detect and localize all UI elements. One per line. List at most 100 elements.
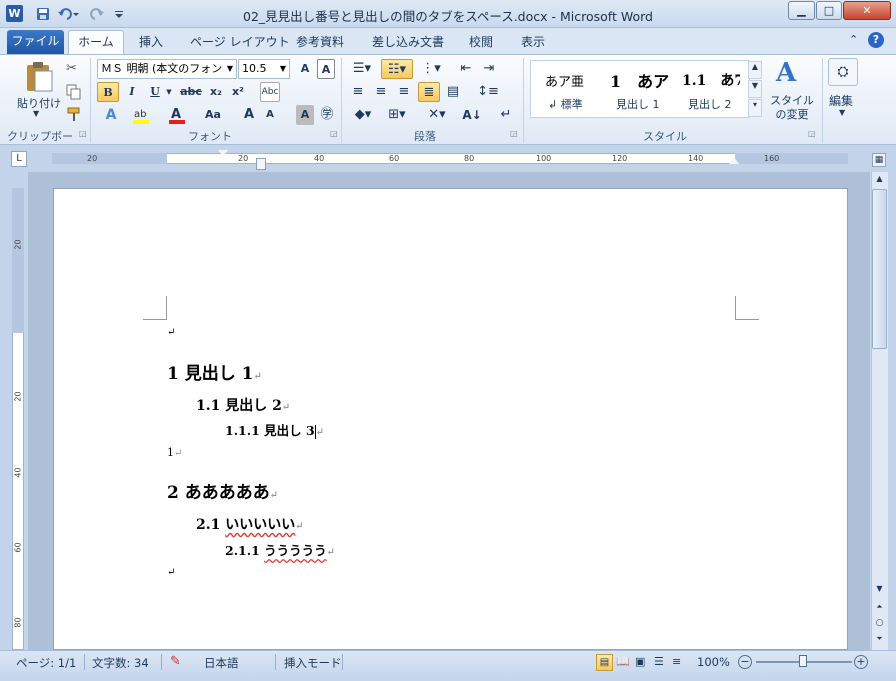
italic-button[interactable]: I: [122, 82, 142, 102]
help-icon[interactable]: ?: [868, 32, 884, 48]
document-page[interactable]: [53, 188, 848, 650]
first-line-indent-marker[interactable]: [218, 150, 228, 156]
underline-dropdown-icon[interactable]: ▼: [164, 82, 174, 102]
heading1-line[interactable]: 2 あああああ↵: [167, 478, 278, 503]
status-insert-mode[interactable]: 挿入モード: [284, 655, 342, 671]
align-right-icon[interactable]: ≡: [394, 82, 414, 102]
view-ruler-icon[interactable]: ▦: [872, 153, 886, 167]
web-layout-icon[interactable]: ▣: [635, 655, 645, 668]
font-color-icon[interactable]: A: [166, 105, 188, 125]
status-page[interactable]: ページ: 1/1: [16, 655, 76, 671]
tab-file[interactable]: ファイル: [7, 30, 64, 54]
outline-icon[interactable]: ☰: [654, 655, 664, 668]
draft-icon[interactable]: ≡: [672, 655, 681, 668]
font-name-combo[interactable]: ＭＳ 明朝 (本文のフォン ▼: [97, 59, 237, 79]
asian-layout-icon[interactable]: ✕▾: [424, 105, 450, 125]
empty-paragraph[interactable]: ↵: [167, 567, 175, 578]
phonetic-guide-icon[interactable]: Abc: [260, 82, 280, 102]
character-shading-icon[interactable]: A: [296, 105, 314, 125]
zoom-in-icon[interactable]: +: [854, 655, 868, 669]
styles-scroll-down-icon[interactable]: ▼: [748, 80, 762, 98]
underline-button[interactable]: U: [145, 82, 165, 102]
clear-formatting-icon[interactable]: A: [317, 59, 335, 79]
heading2-line[interactable]: 2.1 いいいいい↵: [196, 514, 304, 534]
subscript-button[interactable]: x₂: [206, 82, 226, 102]
proofing-icon[interactable]: ✎: [170, 654, 181, 669]
empty-paragraph[interactable]: ↵: [167, 327, 175, 338]
tab-mailings[interactable]: 差し込み文書: [368, 31, 448, 54]
align-center-icon[interactable]: ≡: [371, 82, 391, 102]
heading3-line[interactable]: 1.1.1 見出し 3↵: [225, 420, 324, 439]
close-button[interactable]: ✕: [843, 1, 891, 20]
styles-launcher-icon[interactable]: ◲: [808, 129, 816, 138]
previous-page-icon[interactable]: ⏶: [872, 602, 887, 616]
editing-button[interactable]: ⛭ 編集 ▼: [826, 58, 862, 124]
borders-icon[interactable]: ⊞▾: [382, 105, 412, 125]
bullets-icon[interactable]: ☰▾: [348, 59, 376, 79]
grow-font-button[interactable]: A: [240, 105, 258, 125]
paste-button[interactable]: 貼り付け ▼: [12, 58, 62, 122]
text-effects-icon[interactable]: A: [100, 105, 122, 125]
font-size-combo[interactable]: 10.5 ▼: [238, 59, 290, 79]
paragraph-launcher-icon[interactable]: ◲: [510, 129, 518, 138]
browse-object-icon[interactable]: ○: [872, 618, 887, 632]
status-word-count[interactable]: 文字数: 34: [92, 655, 149, 671]
grow-font-icon[interactable]: A: [296, 59, 314, 79]
next-page-icon[interactable]: ⏷: [872, 634, 887, 648]
show-hide-marks-icon[interactable]: ↵: [496, 105, 516, 125]
font-launcher-icon[interactable]: ◲: [330, 129, 338, 138]
hanging-indent-marker[interactable]: [256, 158, 266, 170]
clipboard-launcher-icon[interactable]: ◲: [79, 129, 87, 138]
format-painter-icon[interactable]: [66, 106, 82, 125]
tab-page-layout[interactable]: ページ レイアウト: [186, 31, 294, 54]
print-layout-icon[interactable]: ▤: [596, 654, 613, 671]
style-heading2[interactable]: 1.1 あ7 見出し 2: [678, 63, 740, 115]
tab-references[interactable]: 参考資料: [292, 31, 348, 54]
tab-home[interactable]: ホーム: [68, 30, 124, 55]
highlight-icon[interactable]: ab: [130, 105, 154, 125]
scroll-down-icon[interactable]: ▼: [872, 584, 887, 598]
status-language[interactable]: 日本語: [204, 655, 239, 671]
increase-indent-icon[interactable]: ⇥: [479, 59, 499, 79]
heading2-line[interactable]: 1.1 見出し 2↵: [196, 395, 290, 415]
zoom-out-icon[interactable]: −: [738, 655, 752, 669]
minimize-button[interactable]: ▁: [788, 1, 815, 20]
change-case-button[interactable]: Aa: [200, 105, 226, 125]
decrease-indent-icon[interactable]: ⇤: [456, 59, 476, 79]
heading3-line[interactable]: 2.1.1 ううううう↵: [225, 540, 335, 559]
line-spacing-icon[interactable]: ↕≡: [474, 82, 502, 102]
styles-scroll-up-icon[interactable]: ▲: [748, 61, 762, 79]
superscript-button[interactable]: x²: [228, 82, 248, 102]
distributed-icon[interactable]: ▤: [443, 82, 463, 102]
maximize-button[interactable]: □: [816, 1, 842, 20]
tab-view[interactable]: 表示: [517, 31, 549, 54]
styles-more-icon[interactable]: ▾: [748, 99, 762, 117]
tab-insert[interactable]: 挿入: [135, 31, 167, 54]
style-normal[interactable]: あア亜 ↲ 標準: [533, 63, 603, 115]
copy-icon[interactable]: [66, 84, 82, 103]
strikethrough-button[interactable]: abc: [178, 82, 204, 102]
ribbon-minimize-icon[interactable]: ⌃: [849, 33, 858, 46]
scrollbar-thumb[interactable]: [872, 189, 887, 349]
bold-button[interactable]: B: [97, 82, 119, 102]
plain-paragraph[interactable]: 1↵: [167, 446, 182, 459]
numbering-icon[interactable]: ☷▾: [381, 59, 413, 79]
sort-icon[interactable]: A↓: [462, 105, 482, 125]
right-indent-marker[interactable]: [729, 157, 739, 164]
align-left-icon[interactable]: ≡: [348, 82, 368, 102]
enclose-characters-icon[interactable]: ㊫: [318, 105, 336, 125]
multilevel-list-icon[interactable]: ⋮▾: [416, 59, 446, 79]
full-screen-reading-icon[interactable]: 📖: [616, 655, 630, 668]
tab-review[interactable]: 校閲: [465, 31, 497, 54]
zoom-slider-thumb[interactable]: [799, 655, 807, 667]
tab-selector-icon[interactable]: L: [11, 151, 27, 167]
zoom-level[interactable]: 100%: [697, 655, 730, 669]
scroll-up-icon[interactable]: ▲: [872, 174, 887, 188]
justify-icon[interactable]: ≣: [418, 82, 440, 102]
style-heading1[interactable]: 1 あア 見出し 1: [606, 63, 676, 115]
shrink-font-button[interactable]: A: [262, 105, 278, 125]
change-styles-button[interactable]: A スタイルの変更: [766, 58, 818, 124]
cut-icon[interactable]: ✂: [66, 61, 77, 76]
shading-icon[interactable]: ◆▾: [348, 105, 378, 125]
heading1-line[interactable]: 1 見出し 1↵: [167, 359, 262, 384]
